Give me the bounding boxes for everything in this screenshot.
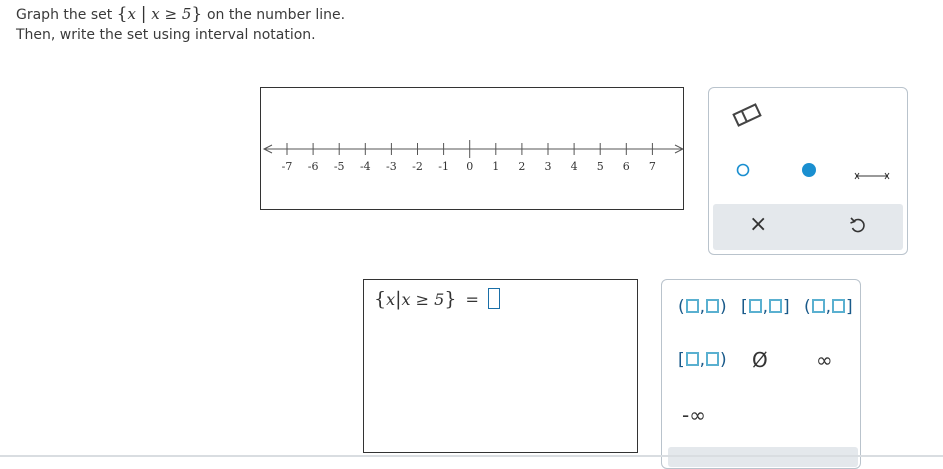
open-circle-icon[interactable]: [735, 162, 751, 182]
eraser-icon[interactable]: [729, 100, 765, 134]
undo-icon[interactable]: [848, 216, 868, 240]
interval-palette: (,) [,] (,] [,) Ø ∞ -∞: [661, 279, 861, 469]
tick-label: 5: [597, 160, 604, 173]
closed-closed-interval-button[interactable]: [,]: [741, 297, 790, 317]
tick-label: 4: [571, 160, 578, 173]
clear-button[interactable]: ×: [749, 212, 767, 238]
answer-expression: {x|x ≥ 5} =: [374, 288, 500, 310]
tick-label: 2: [518, 160, 525, 173]
number-line[interactable]: -7 -6 -5 -4 -3 -2 -1 0 1 2 3 4 5 6 7: [261, 88, 683, 209]
tick-label: 0: [466, 160, 473, 173]
negative-infinity-button[interactable]: -∞: [682, 403, 706, 427]
prompt-text-3: Then, write the set using interval notat…: [16, 27, 316, 43]
set-notation: {x | x ≥ 5}: [116, 4, 203, 24]
graph-tool-palette: ×: [708, 87, 908, 255]
closed-open-interval-button[interactable]: [,): [678, 350, 727, 370]
open-open-interval-button[interactable]: (,): [678, 297, 727, 317]
closed-circle-icon[interactable]: [800, 161, 818, 183]
question-prompt: Graph the set {x | x ≥ 5} on the number …: [16, 4, 345, 45]
equals-sign: =: [465, 290, 479, 309]
palette-action-bar: ×: [713, 204, 903, 250]
tick-label: -4: [360, 160, 371, 173]
tick-label: 7: [649, 160, 656, 173]
tick-label: -6: [308, 160, 319, 173]
open-closed-interval-button[interactable]: (,]: [804, 297, 853, 317]
infinity-button[interactable]: ∞: [816, 348, 833, 372]
tick-label: 3: [545, 160, 552, 173]
answer-area: {x|x ≥ 5} =: [363, 279, 638, 453]
tick-label: 1: [492, 160, 499, 173]
tick-label: -2: [412, 160, 423, 173]
tick-label: -5: [334, 160, 345, 173]
prompt-text-1: Graph the set: [16, 7, 113, 23]
tick-label: -3: [386, 160, 397, 173]
interval-palette-bar: [668, 447, 858, 467]
answer-input[interactable]: [488, 288, 500, 309]
prompt-text-2: on the number line.: [206, 7, 346, 23]
tick-label: 6: [623, 160, 630, 173]
empty-set-button[interactable]: Ø: [752, 348, 768, 372]
tick-label: -7: [282, 160, 293, 173]
segment-icon[interactable]: [854, 166, 890, 185]
tick-label: -1: [438, 160, 449, 173]
number-line-area[interactable]: -7 -6 -5 -4 -3 -2 -1 0 1 2 3 4 5 6 7: [260, 87, 684, 210]
